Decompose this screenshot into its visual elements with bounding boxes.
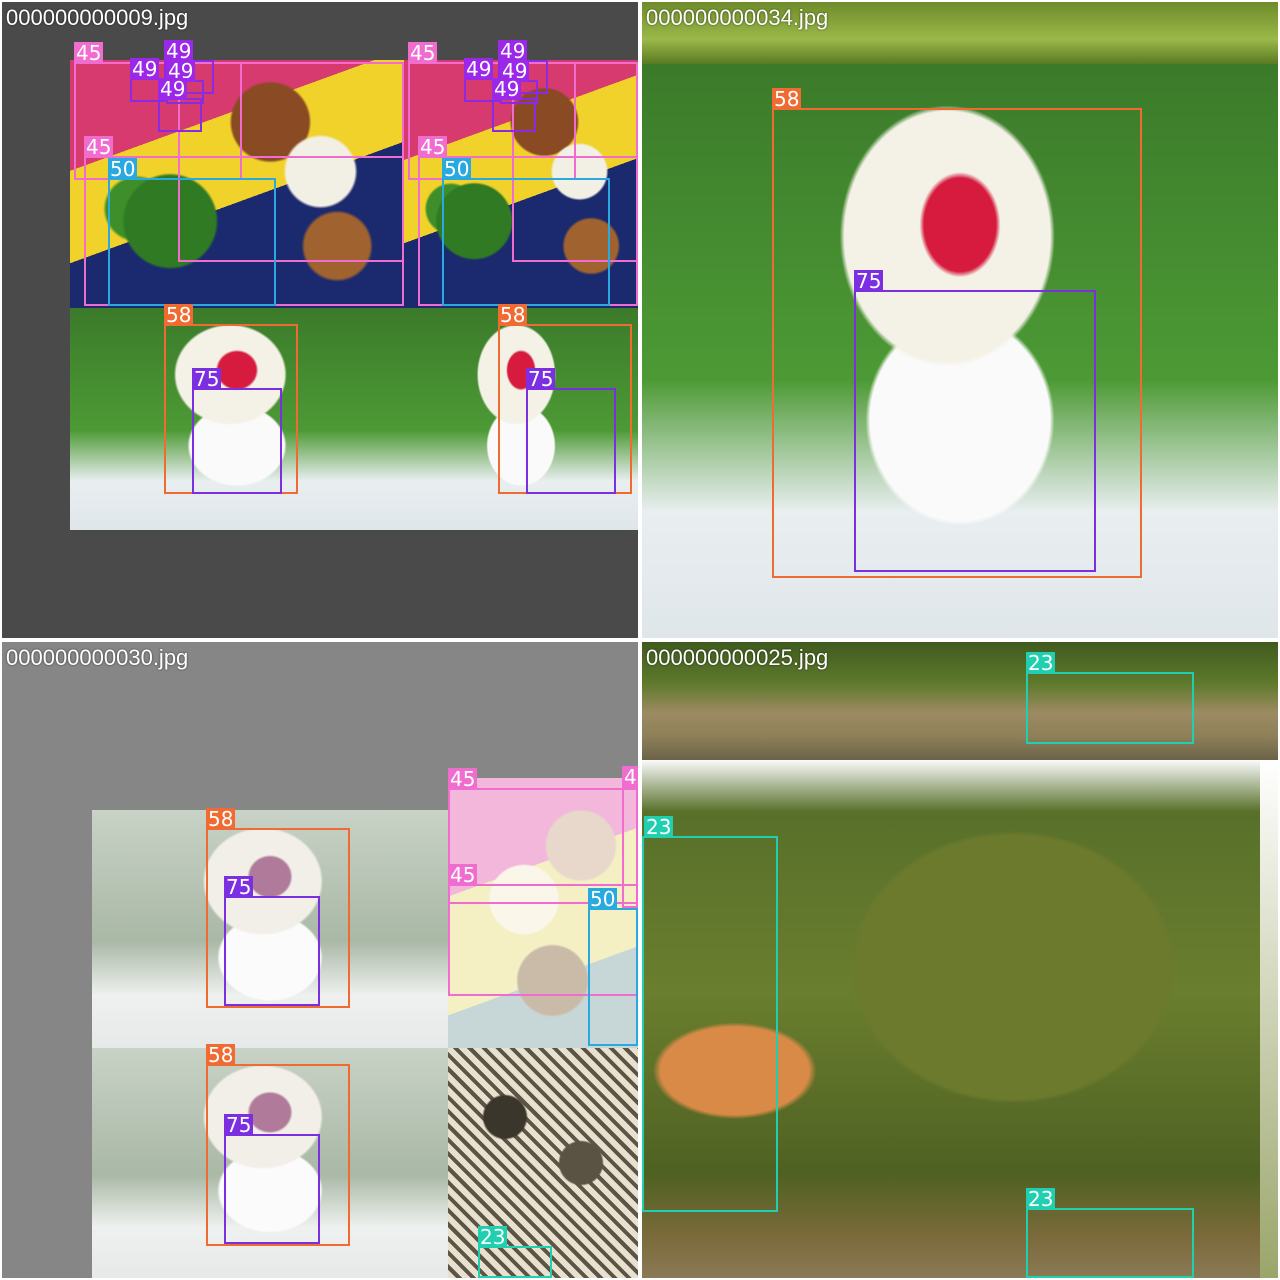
class-label: 45 xyxy=(622,766,638,788)
detection-box: 23 xyxy=(642,816,778,1212)
class-label: 75 xyxy=(854,269,884,293)
class-label: 23 xyxy=(1026,651,1056,675)
class-label: 45 xyxy=(408,41,438,65)
detection-box: 75 xyxy=(224,1114,320,1244)
detection-box: 75 xyxy=(854,270,1096,572)
detection-box: 50 xyxy=(588,888,638,1046)
detection-box: 49 xyxy=(492,78,536,132)
class-label: 50 xyxy=(588,887,618,911)
class-label: 49 xyxy=(158,77,188,101)
class-label: 49 xyxy=(130,57,160,81)
mosaic-tile-4: 23 23 23 000000000025.jpg xyxy=(642,642,1278,1278)
mosaic-tile-3: 58 75 58 75 45 45 45 50 23 000000000030.… xyxy=(2,642,638,1278)
class-label: 58 xyxy=(164,303,194,327)
image-filename: 000000000025.jpg xyxy=(646,645,829,670)
class-label: 45 xyxy=(448,863,478,887)
image-filename: 000000000030.jpg xyxy=(6,645,189,670)
class-label: 49 xyxy=(492,77,522,101)
detection-box: 75 xyxy=(224,876,320,1006)
class-label: 49 xyxy=(464,57,494,81)
detection-box: 75 xyxy=(192,368,282,494)
class-label: 50 xyxy=(442,157,472,181)
class-label: 58 xyxy=(206,1043,236,1067)
detection-box: 49 xyxy=(158,78,202,132)
class-label: 58 xyxy=(772,87,802,111)
mosaic-tile-2: 58 75 000000000034.jpg xyxy=(642,2,1278,638)
class-label: 23 xyxy=(1026,1187,1056,1211)
class-label: 58 xyxy=(498,303,528,327)
class-label: 50 xyxy=(108,157,138,181)
class-label: 75 xyxy=(224,1113,254,1137)
edge-strip xyxy=(1260,760,1278,1278)
class-label: 75 xyxy=(192,367,222,391)
image-filename: 000000000009.jpg xyxy=(6,5,189,30)
detection-box: 23 xyxy=(1026,1188,1194,1278)
detection-box: 23 xyxy=(1026,652,1194,744)
class-label: 75 xyxy=(526,367,556,391)
class-label: 45 xyxy=(418,135,448,159)
class-label: 45 xyxy=(448,767,478,791)
class-label: 23 xyxy=(478,1225,508,1249)
class-label: 45 xyxy=(74,41,104,65)
class-label: 45 xyxy=(84,135,114,159)
class-label: 58 xyxy=(206,807,236,831)
trees-image xyxy=(448,1048,638,1278)
detection-box: 23 xyxy=(478,1226,552,1278)
detection-box: 50 xyxy=(108,158,276,306)
image-filename: 000000000034.jpg xyxy=(646,5,829,30)
mosaic-tile-1: 45 49 45 49 49 49 45 50 58 75 45 49 45 4… xyxy=(2,2,638,638)
detection-box: 50 xyxy=(442,158,610,306)
class-label: 23 xyxy=(644,815,674,839)
detection-box: 75 xyxy=(526,368,616,494)
class-label: 75 xyxy=(224,875,254,899)
